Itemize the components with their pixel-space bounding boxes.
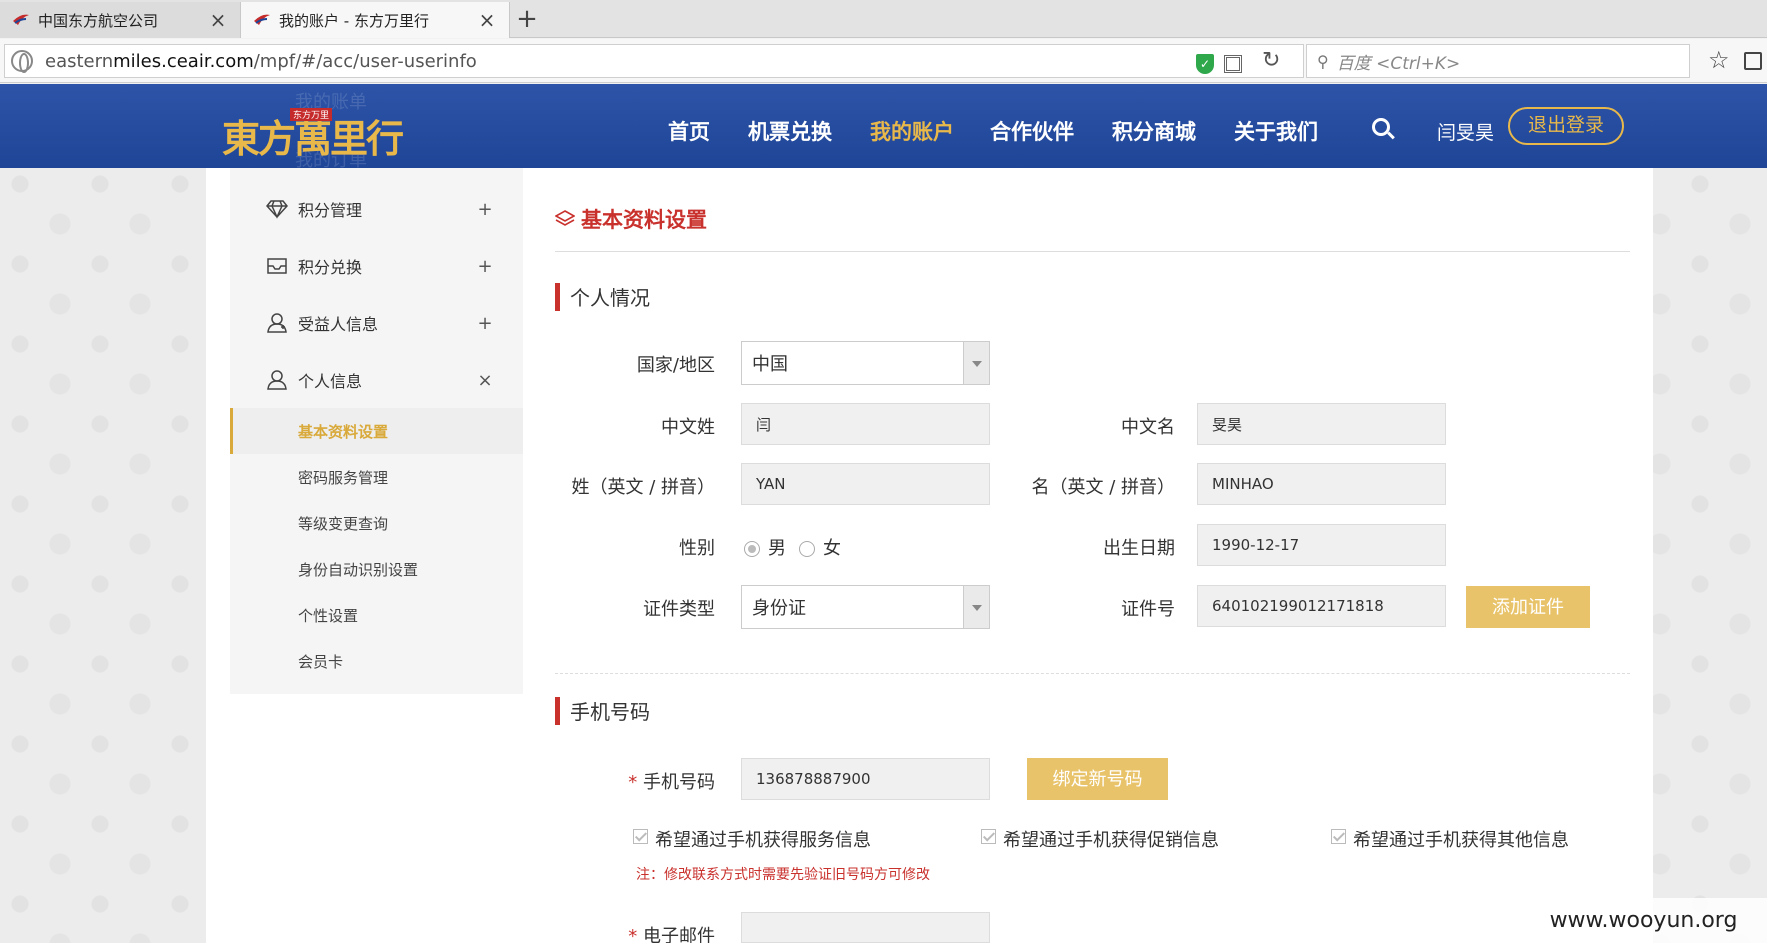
search-placeholder: 百度 <Ctrl+K>: [1336, 53, 1461, 74]
service-info-label: 希望通过手机获得服务信息: [655, 830, 871, 851]
eastern-airlines-favicon: [13, 14, 29, 25]
new-tab-icon[interactable]: +: [512, 4, 542, 34]
sidebar-item-personal-info[interactable]: 个人信息 ×: [230, 355, 523, 405]
eastern-airlines-favicon: [254, 14, 270, 25]
sidebar-item-points-management[interactable]: 积分管理 +: [230, 184, 523, 234]
bookmark-star-icon[interactable]: ☆: [1708, 46, 1730, 74]
id-type-label: 证件类型: [643, 599, 715, 620]
divider-dashed: [555, 673, 1630, 674]
phone-field[interactable]: 136878887900: [741, 758, 990, 800]
birth-label: 出生日期: [1103, 538, 1175, 559]
expand-icon[interactable]: +: [475, 313, 495, 334]
expand-icon[interactable]: +: [475, 199, 495, 220]
id-no-label: 证件号: [1121, 599, 1175, 620]
gender-female-radio[interactable]: [799, 541, 815, 557]
en-name-field[interactable]: MINHAO: [1197, 463, 1446, 505]
sidebar-item-label: 积分兑换: [298, 258, 363, 277]
inbox-icon: [266, 255, 288, 277]
bind-new-number-button[interactable]: 绑定新号码: [1027, 758, 1168, 800]
sidebar-subitem-id-recognition[interactable]: 身份自动识别设置: [230, 546, 523, 592]
accent-bar: [555, 696, 560, 725]
promo-info-label: 希望通过手机获得促销信息: [1003, 830, 1219, 851]
sidebar-item-label: 受益人信息: [298, 315, 379, 334]
other-info-label: 希望通过手机获得其他信息: [1353, 830, 1569, 851]
url-text: easternmiles.ceair.com/mpf/#/acc/user-us…: [45, 50, 477, 72]
expand-icon[interactable]: +: [475, 256, 495, 277]
reload-icon[interactable]: ↻: [1262, 48, 1280, 73]
tab-label: 我的账户 - 东方万里行: [279, 11, 429, 30]
en-surname-field[interactable]: YAN: [741, 463, 990, 505]
tab-close-icon[interactable]: ×: [477, 8, 497, 32]
sidebar-subitem-preferences[interactable]: 个性设置: [230, 592, 523, 638]
service-info-checkbox[interactable]: [633, 829, 648, 844]
divider: [555, 251, 1630, 252]
add-id-button[interactable]: 添加证件: [1466, 586, 1590, 628]
page-title: 基本资料设置: [555, 204, 707, 234]
other-info-checkbox[interactable]: [1331, 829, 1346, 844]
phone-label: * 手机号码: [628, 772, 715, 793]
gender-label: 性别: [679, 538, 715, 559]
sidebar-subitem-member-card[interactable]: 会员卡: [230, 638, 523, 684]
country-label: 国家/地区: [636, 355, 715, 376]
layers-icon: [555, 210, 575, 226]
birth-date-field[interactable]: 1990-12-17: [1197, 524, 1446, 566]
country-select[interactable]: 中国: [741, 341, 990, 385]
browser-tab-bar: 中国东方航空公司 × 我的账户 - 东方万里行 × +: [0, 0, 1767, 38]
browser-tab-ceair[interactable]: 中国东方航空公司 ×: [0, 2, 240, 38]
url-input[interactable]: easternmiles.ceair.com/mpf/#/acc/user-us…: [4, 44, 1304, 78]
user-icon: [266, 369, 288, 391]
group-title-personal: 个人情况: [555, 282, 650, 311]
nav-my-account[interactable]: 我的账户: [870, 116, 954, 146]
contact-change-note: 注：修改联系方式时需要先验证旧号码方可修改: [636, 867, 930, 883]
qr-code-icon[interactable]: [1224, 55, 1242, 73]
en-name-label: 名（英文 / 拼音）: [1031, 477, 1175, 498]
cn-surname-label: 中文姓: [661, 417, 715, 438]
user-name[interactable]: 闫旻昊: [1437, 118, 1494, 145]
email-field[interactable]: [741, 912, 990, 943]
logout-button[interactable]: 退出登录: [1508, 107, 1624, 145]
collapse-icon[interactable]: ×: [475, 370, 495, 391]
cn-name-field[interactable]: 旻昊: [1197, 403, 1446, 445]
page-title-text: 基本资料设置: [581, 208, 707, 232]
diamond-icon: [266, 198, 288, 220]
nav-ticket-redeem[interactable]: 机票兑换: [748, 116, 832, 146]
sidebar-item-beneficiary[interactable]: 受益人信息 +: [230, 298, 523, 348]
sidebar-subitem-level-history[interactable]: 等级变更查询: [230, 500, 523, 546]
logo-badge: 东方万里: [290, 108, 333, 121]
gender-male-label: 男: [768, 538, 786, 559]
sidebar-subitem-basic-info[interactable]: 基本资料设置: [230, 408, 523, 454]
email-label: * 电子邮件: [628, 926, 715, 943]
tab-label: 中国东方航空公司: [38, 11, 159, 30]
cn-surname-field[interactable]: 闫: [741, 403, 990, 445]
cn-name-label: 中文名: [1121, 417, 1175, 438]
sidebar-item-label: 个人信息: [298, 372, 363, 391]
nav-partners[interactable]: 合作伙伴: [990, 116, 1074, 146]
search-icon: ⚲: [1317, 51, 1329, 71]
user-group-icon: [266, 312, 288, 334]
browser-tab-account[interactable]: 我的账户 - 东方万里行 ×: [240, 2, 510, 38]
globe-icon: [11, 50, 33, 73]
nav-about-us[interactable]: 关于我们: [1234, 116, 1318, 146]
gender-male-radio[interactable]: [744, 541, 760, 557]
id-type-select[interactable]: 身份证: [741, 585, 990, 629]
search-icon[interactable]: [1372, 118, 1390, 136]
nav-home[interactable]: 首页: [668, 116, 710, 146]
chevron-down-icon: [963, 342, 989, 384]
sidebar-subitem-password[interactable]: 密码服务管理: [230, 454, 523, 500]
group-title-mobile: 手机号码: [555, 696, 650, 725]
browser-search-input[interactable]: ⚲ 百度 <Ctrl+K>: [1306, 44, 1690, 78]
accent-bar: [555, 282, 560, 311]
en-surname-label: 姓（英文 / 拼音）: [571, 477, 715, 498]
chevron-down-icon: [963, 586, 989, 628]
nav-points-mall[interactable]: 积分商城: [1112, 116, 1196, 146]
gender-female-label: 女: [823, 538, 841, 559]
security-shield-icon[interactable]: ✓: [1196, 54, 1214, 74]
sidebar-item-label: 积分管理: [298, 201, 363, 220]
tab-close-icon[interactable]: ×: [208, 8, 228, 32]
reader-view-icon[interactable]: [1744, 52, 1762, 70]
watermark: www.wooyun.org: [1520, 898, 1767, 943]
sidebar-item-points-exchange[interactable]: 积分兑换 +: [230, 241, 523, 291]
id-number-field[interactable]: 640102199012171818: [1197, 585, 1446, 627]
promo-info-checkbox[interactable]: [981, 829, 996, 844]
